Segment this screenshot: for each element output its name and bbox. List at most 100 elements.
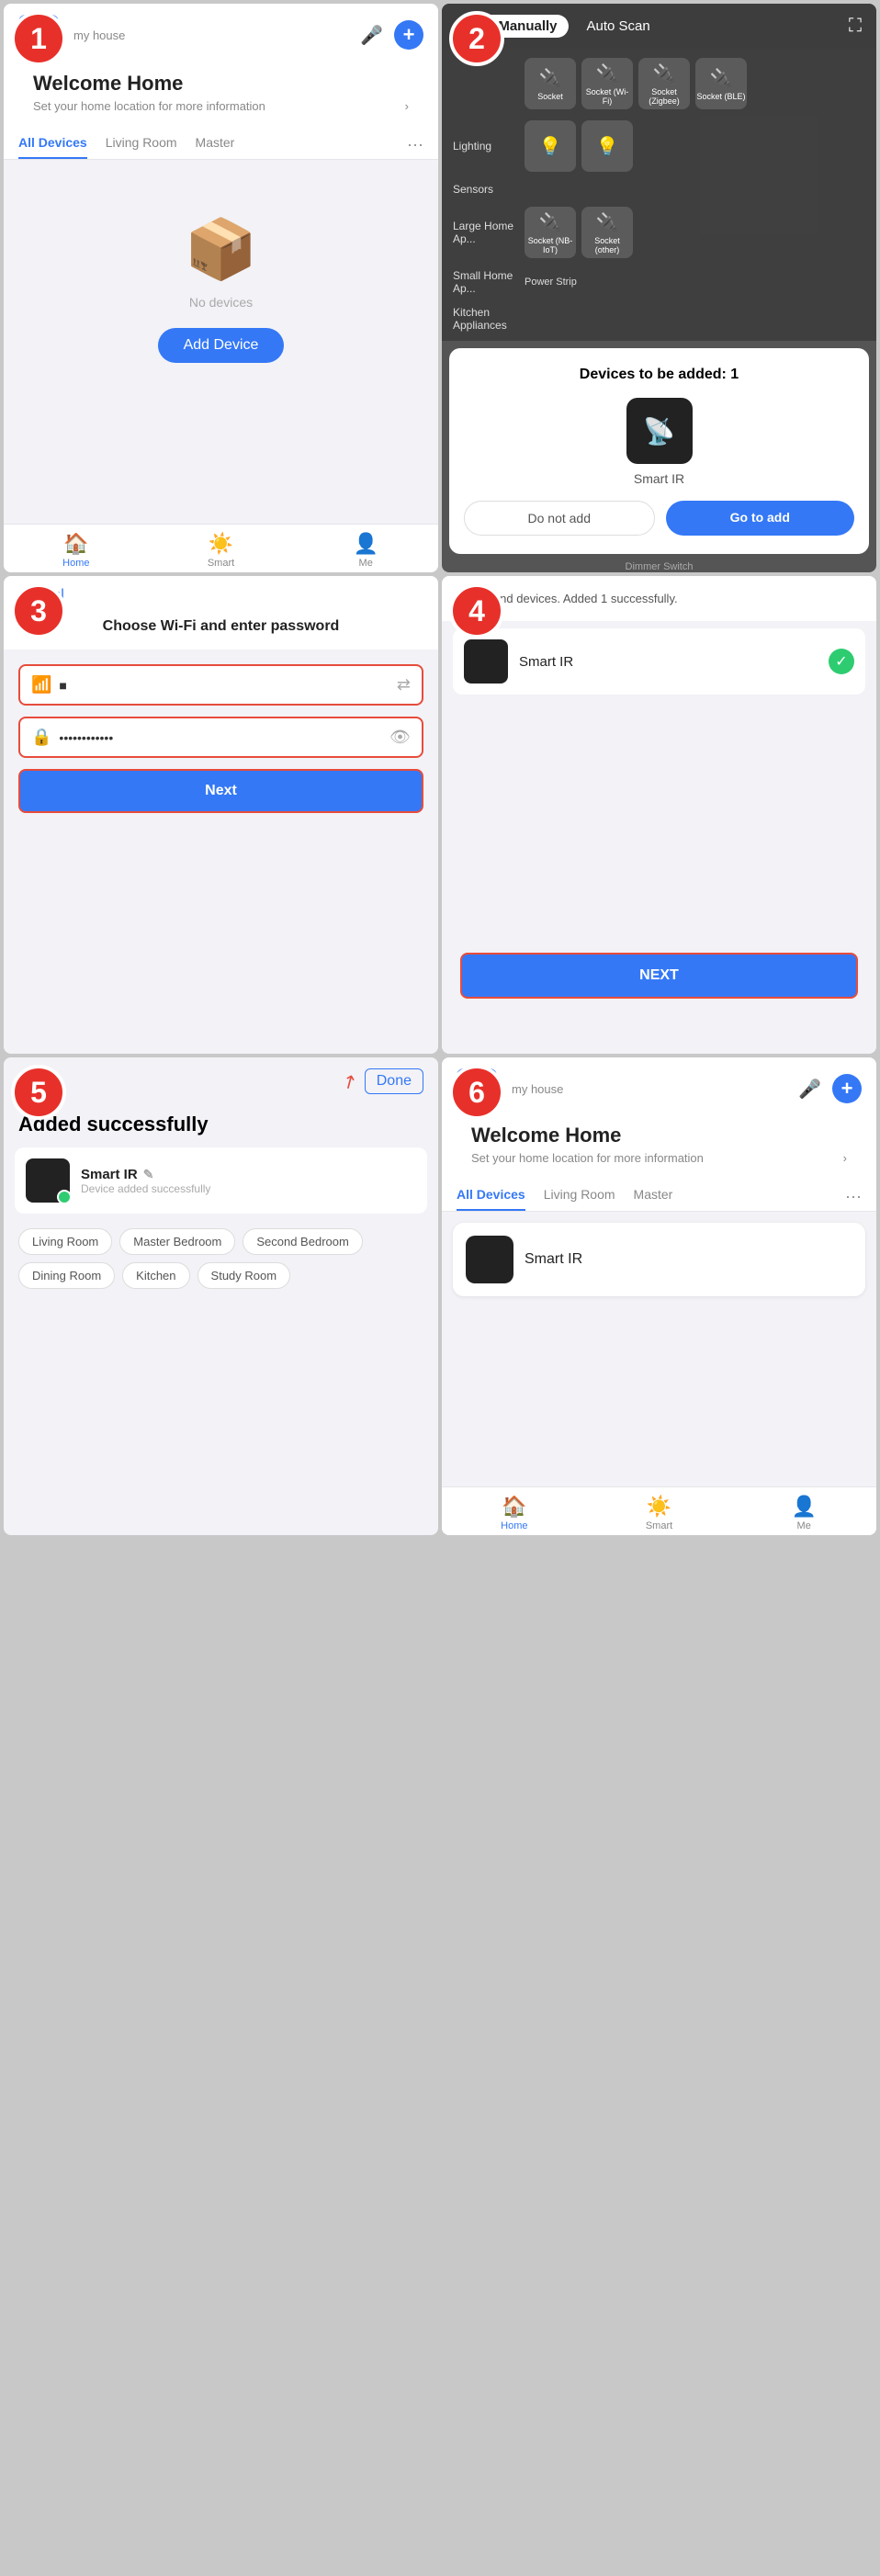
expand-icon[interactable]: ⛶: [849, 16, 862, 37]
category-kitchen: Kitchen Appliances: [442, 300, 876, 337]
tab-auto-scan[interactable]: Auto Scan: [576, 15, 661, 38]
smart-ir-device-row: Smart IR ✓: [453, 628, 865, 695]
smart-nav-icon: ☀️: [209, 532, 233, 556]
panel3-header: Cancel: [4, 576, 438, 615]
add-device-modal: Devices to be added: 1 📡 Smart IR Do not…: [449, 348, 869, 554]
rooms-list: Living Room Master Bedroom Second Bedroo…: [4, 1225, 438, 1293]
eye-icon[interactable]: 👁: [389, 728, 411, 747]
done-button[interactable]: Done: [365, 1068, 423, 1094]
device-icon: [26, 1158, 70, 1203]
nav-smart-label-6: Smart: [646, 1520, 672, 1531]
tab-more[interactable]: ···: [407, 135, 423, 159]
nav-home[interactable]: 🏠 Home: [4, 532, 149, 569]
nav-me[interactable]: 👤 Me: [293, 532, 438, 569]
room-study[interactable]: Study Room: [197, 1262, 291, 1289]
tab-master[interactable]: Master: [196, 135, 235, 159]
category-list: 🔌 Socket 🔌 Socket (Wi-Fi) 🔌 Socket (Zigb…: [442, 49, 876, 341]
device-name: Smart IR ✎: [81, 1167, 416, 1182]
room-living[interactable]: Living Room: [18, 1228, 112, 1255]
wifi-name-input[interactable]: 📶 ■ ⇄: [18, 664, 423, 706]
panel5-header: ↗ Done: [4, 1057, 438, 1105]
empty-box-icon: 📦: [185, 215, 258, 284]
step-badge-5: 5: [11, 1065, 66, 1120]
next-button[interactable]: NEXT: [460, 953, 858, 999]
lock-icon: 🔒: [31, 728, 51, 747]
device-icon: [464, 639, 508, 684]
smart-nav-icon-6: ☀️: [647, 1495, 671, 1519]
mic-icon[interactable]: 🎤: [360, 24, 383, 47]
next-button[interactable]: Next: [18, 769, 423, 813]
home-subtitle: Set your home location for more informat…: [18, 99, 423, 120]
panel-3: 3 Cancel Choose Wi-Fi and enter password…: [4, 576, 438, 1054]
panel-5: 5 ↗ Done Added successfully Smart IR ✎ D…: [4, 1057, 438, 1535]
welcome-title-6: Welcome Home: [457, 1120, 862, 1151]
smart-ir-card[interactable]: Smart IR: [453, 1223, 865, 1296]
wifi-form: 📶 ■ ⇄ 🔒 •••••••••••• 👁 Next: [4, 650, 438, 828]
room-dining[interactable]: Dining Room: [18, 1262, 115, 1289]
step-badge-2: 2: [449, 11, 504, 66]
smart-ir-icon: 📡: [626, 398, 693, 464]
nb-iot-item[interactable]: 🔌Socket (NB-IoT): [525, 207, 576, 258]
refresh-icon[interactable]: ⇄: [397, 675, 411, 695]
socket-item[interactable]: 🔌 Socket: [525, 58, 576, 109]
add-button-6[interactable]: +: [832, 1074, 862, 1103]
nav-smart-6[interactable]: ☀️ Smart: [587, 1495, 732, 1531]
home-label: my house: [73, 28, 125, 42]
panel-4: 4 ✕ Found devices. Added 1 successfully.…: [442, 576, 876, 1054]
socket-wifi-item[interactable]: 🔌 Socket (Wi-Fi): [581, 58, 633, 109]
wifi-title: Choose Wi-Fi and enter password: [4, 615, 438, 650]
tab-living-6[interactable]: Living Room: [544, 1187, 615, 1211]
nav-home-6[interactable]: 🏠 Home: [442, 1495, 587, 1531]
socket-zigbee-item[interactable]: 🔌 Socket (Zigbee): [638, 58, 690, 109]
tab-living-room[interactable]: Living Room: [106, 135, 177, 159]
lighting-item-1[interactable]: 💡: [525, 120, 576, 172]
panel4-header: ✕ Found devices. Added 1 successfully.: [442, 576, 876, 621]
socket-other-item[interactable]: 🔌Socket (other): [581, 207, 633, 258]
add-button[interactable]: +: [394, 20, 423, 50]
device-row: Smart IR ✎ Device added successfully: [15, 1147, 427, 1214]
tab-all-devices[interactable]: All Devices: [18, 135, 87, 159]
room-kitchen[interactable]: Kitchen: [122, 1262, 189, 1289]
nav-me-6[interactable]: 👤 Me: [731, 1495, 876, 1531]
socket-ble-item[interactable]: 🔌 Socket (BLE): [695, 58, 747, 109]
panel-2: 2 Add Manually Auto Scan ⛶ 🔌 Socket 🔌: [442, 4, 876, 572]
go-to-add-button[interactable]: Go to add: [666, 501, 855, 536]
welcome-title: Welcome Home: [18, 66, 423, 99]
password-input[interactable]: 🔒 •••••••••••• 👁: [18, 717, 423, 758]
category-sensors: Sensors: [442, 177, 876, 201]
home-nav-icon: 🏠: [63, 532, 88, 556]
tab-all-devices-6[interactable]: All Devices: [457, 1187, 525, 1211]
tab-master-6[interactable]: Master: [634, 1187, 673, 1211]
mic-icon-6[interactable]: 🎤: [798, 1078, 821, 1101]
device-tabs: All Devices Living Room Master ···: [4, 128, 438, 160]
room-second[interactable]: Second Bedroom: [243, 1228, 362, 1255]
empty-state: 📦 No devices Add Device: [4, 160, 438, 381]
tab-more-6[interactable]: ···: [845, 1187, 862, 1211]
category-socket: 🔌 Socket 🔌 Socket (Wi-Fi) 🔌 Socket (Zigb…: [442, 52, 876, 115]
success-check-icon: ✓: [829, 649, 854, 674]
panel6-header: 🌅 my house 🎤 +: [442, 1057, 876, 1116]
device-name: Smart IR: [519, 654, 818, 670]
arrow-icon: ↗: [337, 1068, 362, 1095]
panel-1: 1 🌅 my house 🎤 + Welcome Home Set your h…: [4, 4, 438, 572]
device-icon-6: [466, 1236, 513, 1283]
edit-icon[interactable]: ✎: [143, 1167, 154, 1182]
wifi-value: ■: [59, 678, 389, 693]
room-master[interactable]: Master Bedroom: [119, 1228, 235, 1255]
success-message: Found devices. Added 1 successfully.: [479, 592, 678, 605]
password-value: ••••••••••••: [59, 730, 382, 745]
online-dot: [57, 1190, 72, 1204]
category-large-home: Large Home Ap... 🔌Socket (NB-IoT) 🔌Socke…: [442, 201, 876, 264]
step-badge-3: 3: [11, 583, 66, 638]
add-device-button[interactable]: Add Device: [158, 328, 285, 363]
nav-smart[interactable]: ☀️ Smart: [149, 532, 294, 569]
do-not-add-button[interactable]: Do not add: [464, 501, 655, 536]
nav-me-label-6: Me: [797, 1520, 811, 1531]
dimmer-switch-label: Dimmer Switch: [442, 561, 876, 572]
nav-home-label-6: Home: [501, 1520, 527, 1531]
lighting-item-2[interactable]: 💡: [581, 120, 633, 172]
me-nav-icon: 👤: [353, 532, 378, 556]
subtitle-6: Set your home location for more informat…: [457, 1151, 862, 1172]
nav-me-label: Me: [359, 558, 373, 569]
tabs-6: All Devices Living Room Master ···: [442, 1180, 876, 1212]
